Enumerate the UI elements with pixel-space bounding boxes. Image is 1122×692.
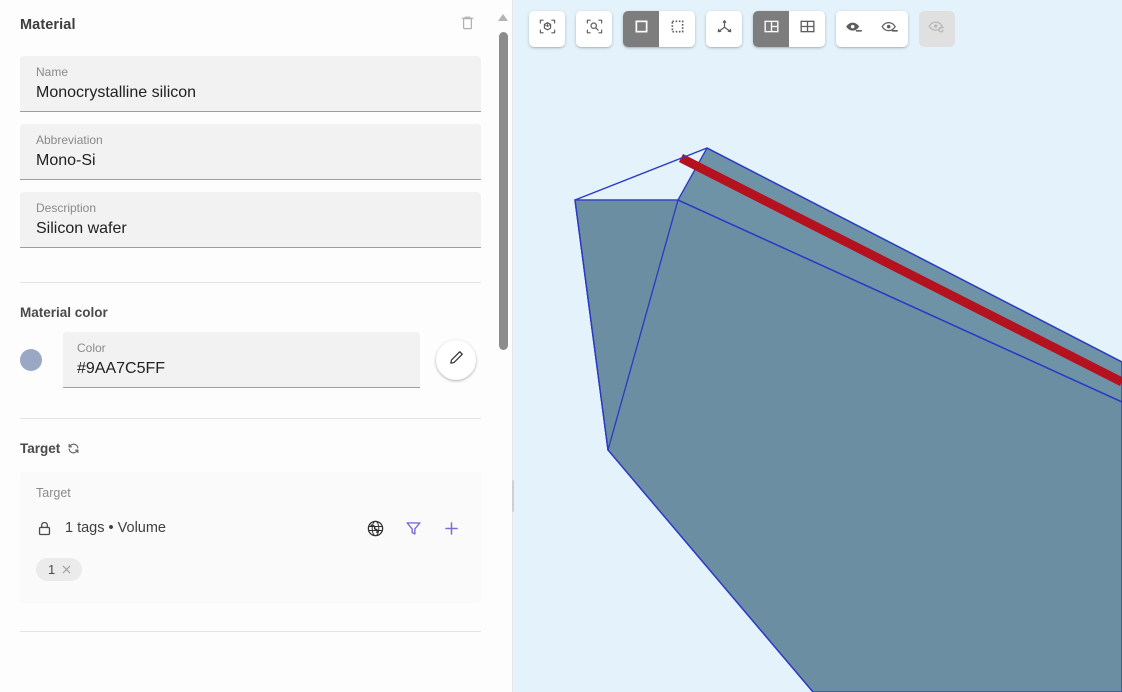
close-icon[interactable]	[60, 563, 73, 576]
name-field[interactable]: Name Monocrystalline silicon	[20, 56, 481, 112]
trash-icon	[459, 14, 476, 36]
select-solid-button[interactable]	[623, 11, 659, 47]
3d-scene	[513, 0, 1122, 692]
refresh-icon[interactable]	[67, 442, 80, 455]
scroll-up-arrow-icon[interactable]	[498, 14, 508, 21]
app-root: Material Name Monocrystalline silicon Ab…	[0, 0, 1122, 692]
abbreviation-field-label: Abbreviation	[36, 133, 103, 147]
splitter-grip[interactable]	[512, 480, 514, 512]
material-color-heading-label: Material color	[20, 305, 108, 320]
lock-icon[interactable]	[36, 520, 53, 537]
panel-splitter[interactable]	[511, 0, 515, 692]
section-divider-2	[20, 418, 481, 419]
page-title: Material	[20, 17, 76, 33]
vertical-scroll-thumb[interactable]	[499, 32, 508, 350]
name-field-label: Name	[36, 65, 69, 79]
layout-split-icon	[762, 17, 781, 41]
target-heading-label: Target	[20, 441, 61, 456]
cube-fit-icon	[538, 17, 557, 41]
target-tag-chip[interactable]: 1	[36, 558, 83, 581]
color-field[interactable]: Color #9AA7C5FF	[63, 332, 420, 388]
show-selected-button[interactable]	[872, 11, 908, 47]
fit-group	[529, 11, 565, 47]
target-card: Target 1 tags • Volume 1	[20, 472, 481, 603]
material-color-heading: Material color	[20, 305, 481, 320]
description-field[interactable]: Description Silicon wafer	[20, 192, 481, 248]
panel-scroll-area[interactable]: Material Name Monocrystalline silicon Ab…	[0, 0, 500, 692]
show-axes-button[interactable]	[706, 11, 742, 47]
abbreviation-field-value: Mono-Si	[36, 152, 96, 169]
zoom-group	[576, 11, 612, 47]
plus-icon[interactable]	[437, 514, 465, 542]
eye-minus-outline-icon	[880, 17, 900, 42]
axes-group	[706, 11, 742, 47]
target-tag-chip-label: 1	[48, 562, 56, 577]
zoom-to-selection-button[interactable]	[576, 11, 612, 47]
edit-color-button[interactable]	[436, 340, 476, 380]
magnifier-fit-icon	[585, 17, 604, 41]
description-field-label: Description	[36, 201, 97, 215]
description-field-value: Silicon wafer	[36, 220, 127, 237]
axis-gizmo-icon	[715, 17, 734, 41]
selection-mode-group	[623, 11, 695, 47]
target-summary-row: 1 tags • Volume	[36, 514, 465, 542]
visibility-group	[836, 11, 908, 47]
target-card-label: Target	[36, 486, 71, 500]
eye-minus-filled-icon	[844, 17, 864, 42]
layout-split-button[interactable]	[753, 11, 789, 47]
name-field-value: Monocrystalline silicon	[36, 84, 197, 101]
color-field-label: Color	[77, 341, 106, 355]
material-properties-panel: Material Name Monocrystalline silicon Ab…	[0, 0, 513, 692]
color-field-value: #9AA7C5FF	[77, 360, 166, 377]
color-swatch[interactable]	[20, 349, 42, 371]
globe-icon[interactable]	[361, 514, 389, 542]
solid-square-icon	[632, 17, 651, 41]
delete-material-button[interactable]	[453, 11, 481, 39]
material-color-row: Color #9AA7C5FF	[20, 332, 481, 388]
3d-viewport[interactable]	[513, 0, 1122, 692]
target-summary-label: 1 tags • Volume	[65, 520, 166, 536]
eye-refresh-icon	[927, 17, 947, 42]
reset-visibility-group	[919, 11, 955, 47]
reset-visibility-button	[919, 11, 955, 47]
layout-group	[753, 11, 825, 47]
layout-grid-icon	[798, 17, 817, 41]
hide-selected-button[interactable]	[836, 11, 872, 47]
abbreviation-field[interactable]: Abbreviation Mono-Si	[20, 124, 481, 180]
panel-scrollbar[interactable]	[496, 0, 511, 692]
section-divider-1	[20, 282, 481, 283]
viewport-toolbar	[529, 11, 955, 47]
dashed-square-icon	[668, 17, 687, 41]
select-dashed-button[interactable]	[659, 11, 695, 47]
section-divider-3	[20, 631, 481, 632]
pencil-icon	[448, 349, 465, 371]
filter-icon[interactable]	[399, 514, 427, 542]
target-heading: Target	[20, 441, 481, 456]
panel-header: Material	[20, 0, 481, 44]
layout-grid-button[interactable]	[789, 11, 825, 47]
fit-to-view-button[interactable]	[529, 11, 565, 47]
